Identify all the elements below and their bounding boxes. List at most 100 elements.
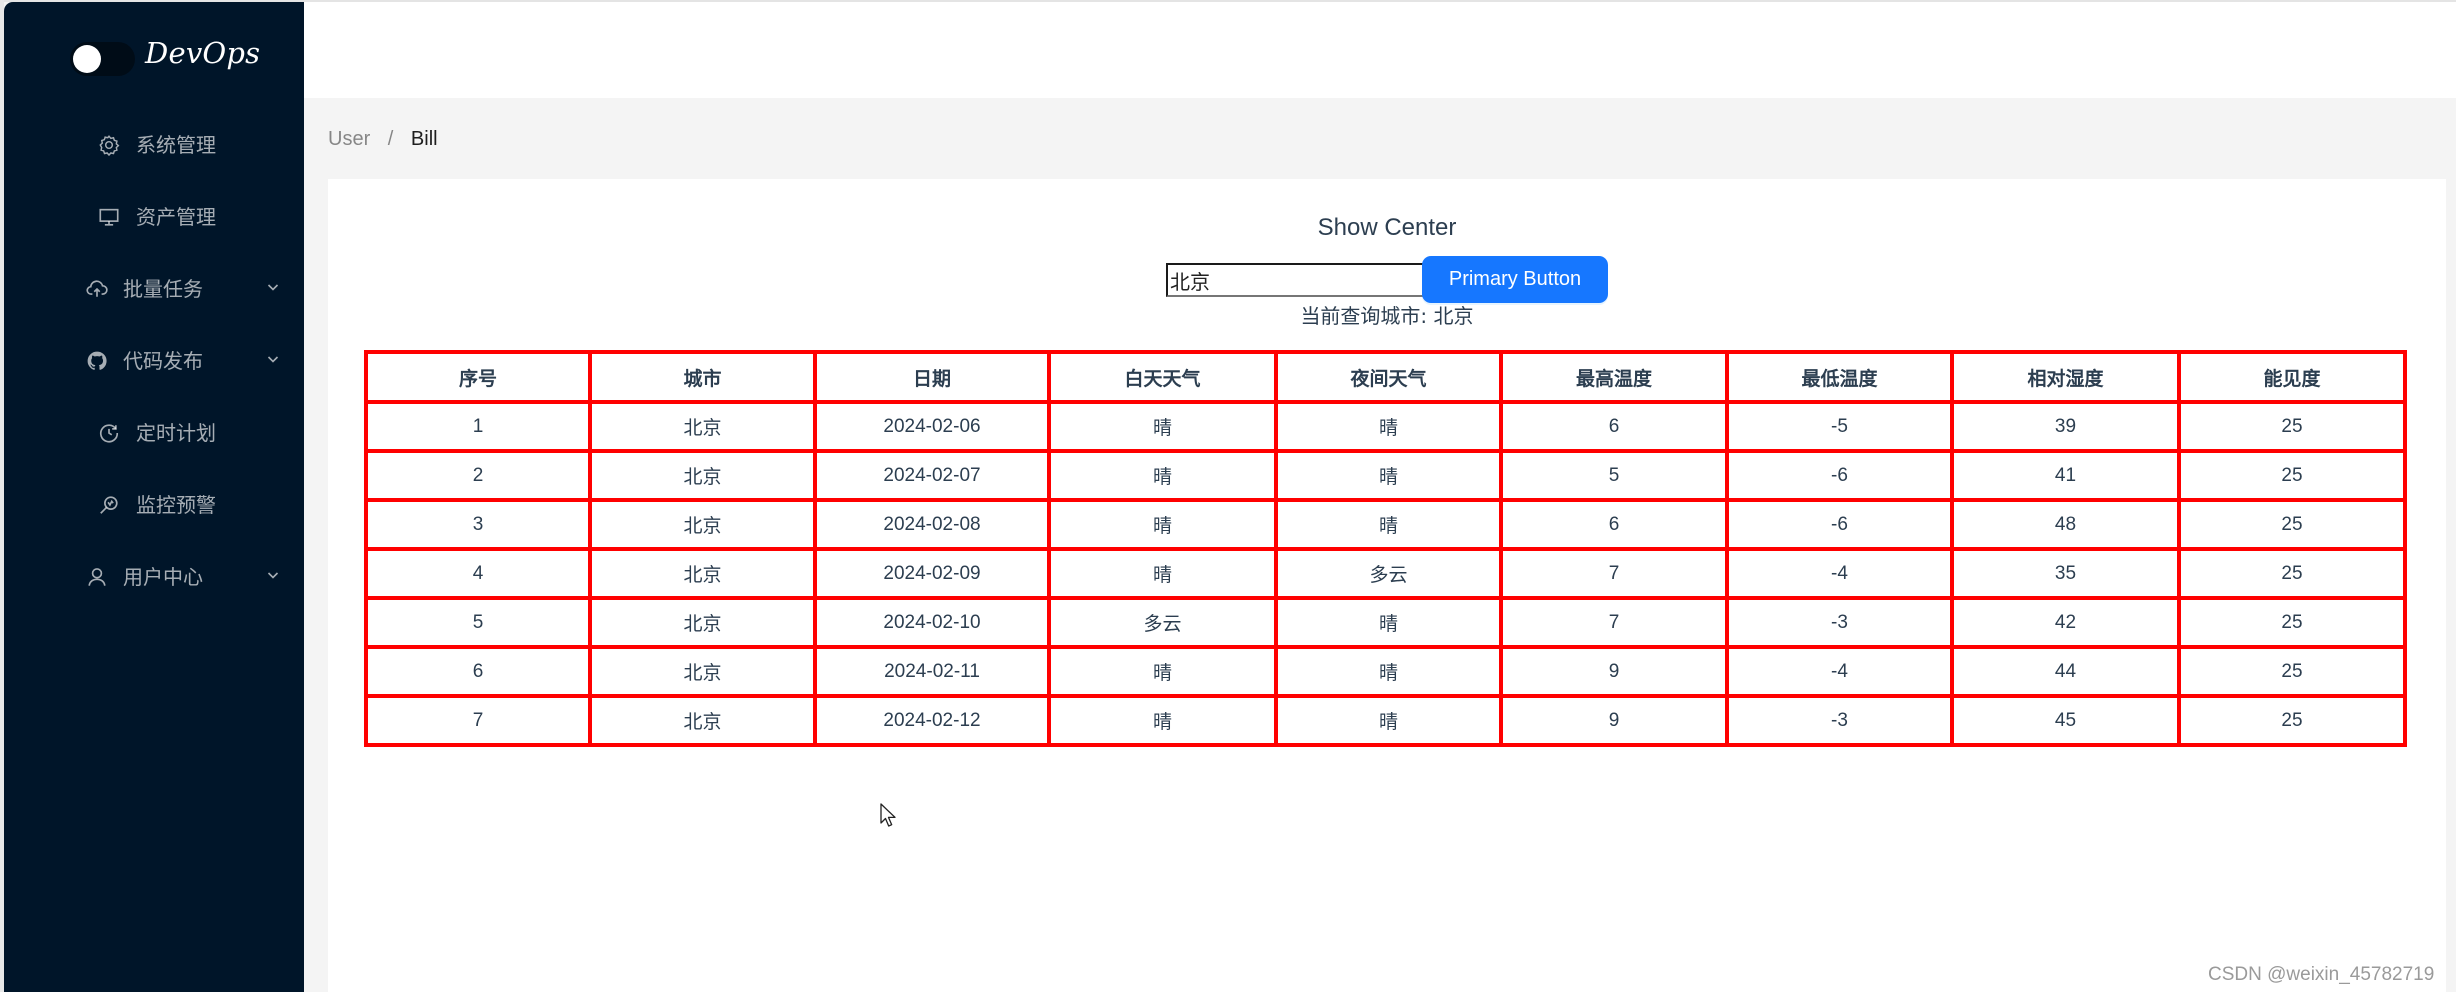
table-cell: -3 xyxy=(1725,596,1954,649)
table-row: 2 北京 2024-02-07 晴晴 5 -6 41 25 xyxy=(364,449,2407,502)
table-cell: 7 xyxy=(1499,547,1729,600)
column-header: 序号 xyxy=(364,350,592,404)
city-search-input[interactable] xyxy=(1166,263,1424,297)
sidebar-item-scheduled-plans[interactable]: 定时计划 xyxy=(4,398,304,470)
table-cell: 25 xyxy=(2177,400,2407,453)
breadcrumb-item-bill: Bill xyxy=(410,128,438,150)
table-cell: 多云 xyxy=(1047,596,1278,649)
table-row: 6 北京 2024-02-11 晴晴 9 -4 44 25 xyxy=(364,645,2407,698)
table-cell: 48 xyxy=(1950,498,2181,551)
table-cell: 2 xyxy=(364,449,592,502)
table-cell: 晴 xyxy=(1047,645,1278,698)
table-cell: 2024-02-12 xyxy=(813,694,1051,747)
table-row: 4 北京 2024-02-09 晴多云 7 -4 35 25 xyxy=(364,547,2407,600)
table-cell: 25 xyxy=(2177,596,2407,649)
sidebar-menu: 系统管理 资产管理 批量任务 代码发布 定时计划 监控预警 用户中心 xyxy=(4,110,304,614)
sidebar-item-system-management[interactable]: 系统管理 xyxy=(4,110,304,182)
sidebar-item-label: 系统管理 xyxy=(136,133,216,157)
sidebar-item-monitoring-alerts[interactable]: 监控预警 xyxy=(4,470,304,542)
monitor-search-icon xyxy=(98,494,120,516)
column-header: 最高温度 xyxy=(1499,350,1729,404)
table-cell: -4 xyxy=(1725,547,1954,600)
sidebar-item-label: 资产管理 xyxy=(136,205,216,229)
gear-icon xyxy=(98,134,120,156)
table-cell: -5 xyxy=(1725,400,1954,453)
clock-icon xyxy=(98,422,120,444)
table-cell: 2024-02-09 xyxy=(813,547,1051,600)
table-cell: 晴 xyxy=(1274,596,1503,649)
table-cell: 7 xyxy=(364,694,592,747)
table-cell: 晴 xyxy=(1047,694,1278,747)
breadcrumb-item-user[interactable]: User xyxy=(328,128,370,150)
sidebar-item-user-center[interactable]: 用户中心 xyxy=(4,542,304,614)
sidebar-item-asset-management[interactable]: 资产管理 xyxy=(4,182,304,254)
primary-button[interactable]: Primary Button xyxy=(1422,256,1608,303)
table-cell: 25 xyxy=(2177,645,2407,698)
sidebar-item-label: 代码发布 xyxy=(123,349,203,373)
table-cell: -6 xyxy=(1725,498,1954,551)
table-cell: 多云 xyxy=(1274,547,1503,600)
chevron-down-icon xyxy=(266,568,280,582)
table-cell: 北京 xyxy=(588,645,817,698)
table-cell: 2024-02-06 xyxy=(813,400,1051,453)
table-cell: 39 xyxy=(1950,400,2181,453)
table-row: 7 北京 2024-02-12 晴晴 9 -3 45 25 xyxy=(364,694,2407,747)
table-cell: 5 xyxy=(1499,449,1729,502)
sidebar: DevOps 系统管理 资产管理 批量任务 代码发布 定时计划 监控预警 用户中… xyxy=(4,2,304,992)
table-cell: 晴 xyxy=(1047,547,1278,600)
table-header-row: 序号 城市 日期 白天天气 夜间天气 最高温度 最低温度 相对湿度 能见度 xyxy=(364,350,2407,404)
table-cell: 北京 xyxy=(588,400,817,453)
logo-area: DevOps xyxy=(4,2,304,112)
sidebar-item-label: 用户中心 xyxy=(123,565,203,589)
table-cell: 晴 xyxy=(1047,449,1278,502)
theme-toggle-switch[interactable] xyxy=(70,42,135,76)
breadcrumb-separator: / xyxy=(387,128,394,150)
table-cell: 1 xyxy=(364,400,592,453)
table-cell: 45 xyxy=(1950,694,2181,747)
table-cell: 41 xyxy=(1950,449,2181,502)
breadcrumb: User / Bill xyxy=(328,126,438,152)
sidebar-item-batch-tasks[interactable]: 批量任务 xyxy=(4,254,304,326)
sidebar-item-code-release[interactable]: 代码发布 xyxy=(4,326,304,398)
table-cell: 4 xyxy=(364,547,592,600)
chevron-down-icon xyxy=(266,352,280,366)
table-cell: 北京 xyxy=(588,449,817,502)
column-header: 最低温度 xyxy=(1725,350,1954,404)
table-cell: 2024-02-11 xyxy=(813,645,1051,698)
column-header: 能见度 xyxy=(2177,350,2407,404)
weather-table: 序号 城市 日期 白天天气 夜间天气 最高温度 最低温度 相对湿度 能见度 1 北京 2024-02… xyxy=(364,350,2407,747)
top-header xyxy=(304,2,2456,98)
table-row: 5 北京 2024-02-10 多云晴 7 -3 42 25 xyxy=(364,596,2407,649)
column-header: 城市 xyxy=(588,350,817,404)
watermark: CSDN @weixin_45782719 xyxy=(2208,964,2435,985)
page-title: Show Center xyxy=(1317,214,1457,241)
table-cell: 7 xyxy=(1499,596,1729,649)
table-cell: 6 xyxy=(364,645,592,698)
mouse-cursor-icon xyxy=(880,803,896,827)
table-cell: 42 xyxy=(1950,596,2181,649)
app-logo-text: DevOps xyxy=(145,36,261,70)
user-icon xyxy=(86,566,108,588)
table-cell: 2024-02-07 xyxy=(813,449,1051,502)
table-cell: 6 xyxy=(1499,498,1729,551)
table-cell: 晴 xyxy=(1274,694,1503,747)
table-cell: 晴 xyxy=(1274,400,1503,453)
table-cell: 北京 xyxy=(588,498,817,551)
sidebar-item-label: 批量任务 xyxy=(123,277,203,301)
table-cell: 6 xyxy=(1499,400,1729,453)
table-cell: 晴 xyxy=(1274,645,1503,698)
table-cell: 25 xyxy=(2177,498,2407,551)
table-cell: -3 xyxy=(1725,694,1954,747)
table-cell: 北京 xyxy=(588,596,817,649)
table-cell: 晴 xyxy=(1047,498,1278,551)
chevron-down-icon xyxy=(266,280,280,294)
column-header: 相对湿度 xyxy=(1950,350,2181,404)
table-row: 3 北京 2024-02-08 晴晴 6 -6 48 25 xyxy=(364,498,2407,551)
sidebar-item-label: 监控预警 xyxy=(136,493,216,517)
table-row: 1 北京 2024-02-06 晴晴 6 -5 39 25 xyxy=(364,400,2407,453)
table-cell: 9 xyxy=(1499,694,1729,747)
table-cell: 2024-02-08 xyxy=(813,498,1051,551)
content-card: Show Center Primary Button 当前查询城市: 北京 序号… xyxy=(328,179,2446,992)
toggle-knob xyxy=(73,45,101,73)
table-cell: 9 xyxy=(1499,645,1729,698)
